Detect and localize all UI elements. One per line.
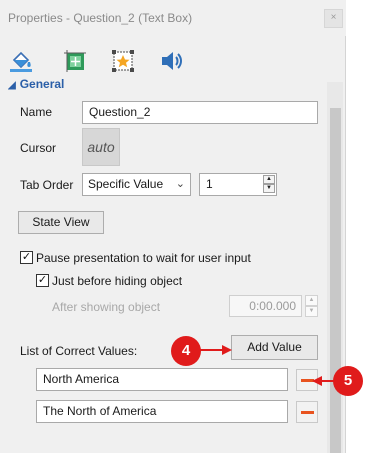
paint-bucket-icon[interactable] xyxy=(8,48,34,74)
audio-speaker-icon[interactable] xyxy=(158,48,184,74)
callout-4-arrow xyxy=(200,345,232,355)
pause-checkbox[interactable]: ✓ xyxy=(20,251,33,264)
cursor-picker[interactable]: auto xyxy=(82,128,120,166)
add-value-button[interactable]: Add Value xyxy=(231,335,318,360)
after-showing-label: After showing object xyxy=(52,300,161,314)
spin-up-icon: ▲ xyxy=(305,295,318,306)
size-position-icon[interactable] xyxy=(62,48,88,74)
tab-order-label: Tab Order xyxy=(20,178,74,192)
spin-up-icon[interactable]: ▲ xyxy=(263,175,275,184)
close-button[interactable]: × xyxy=(324,9,343,28)
cursor-label: Cursor xyxy=(20,141,57,155)
correct-value-input[interactable]: The North of America xyxy=(36,400,288,423)
window-title: Properties - Question_2 (Text Box) xyxy=(8,11,193,25)
properties-toolbar xyxy=(0,44,346,80)
pause-label: Pause presentation to wait for user inpu… xyxy=(36,251,251,265)
spin-down-icon: ▼ xyxy=(305,306,318,317)
just-before-hiding-checkbox[interactable]: ✓ xyxy=(36,274,49,287)
callout-5-arrow xyxy=(312,376,334,386)
tab-order-select[interactable]: Specific Value ⌄ xyxy=(82,173,191,196)
state-view-button[interactable]: State View xyxy=(18,211,104,234)
after-showing-time-input: 0:00.000 xyxy=(229,295,302,317)
name-label: Name xyxy=(20,105,53,119)
callout-4-badge: 4 xyxy=(171,336,201,366)
scrollbar-thumb[interactable] xyxy=(330,108,341,453)
remove-value-button[interactable] xyxy=(296,401,318,423)
tab-order-spinner[interactable]: ▲ ▼ xyxy=(263,175,275,194)
title-bar: Properties - Question_2 (Text Box) × xyxy=(0,0,346,36)
just-before-hiding-label: Just before hiding object xyxy=(52,274,183,288)
chevron-down-icon: ⌄ xyxy=(175,178,185,190)
section-title: General xyxy=(19,77,65,91)
collapse-arrow-icon[interactable]: ◢ xyxy=(8,80,16,91)
correct-value-input[interactable]: North America xyxy=(36,368,288,391)
star-effect-icon[interactable] xyxy=(110,48,136,74)
callout-5-badge: 5 xyxy=(333,366,363,396)
general-section-header[interactable]: ◢ General xyxy=(8,77,64,91)
correct-values-label: List of Correct Values: xyxy=(20,344,138,358)
after-showing-spinner: ▲ ▼ xyxy=(305,295,318,317)
spin-down-icon[interactable]: ▼ xyxy=(263,184,275,193)
tab-order-select-value: Specific Value xyxy=(88,177,164,191)
minus-icon xyxy=(301,411,314,414)
name-input[interactable]: Question_2 xyxy=(82,101,318,124)
